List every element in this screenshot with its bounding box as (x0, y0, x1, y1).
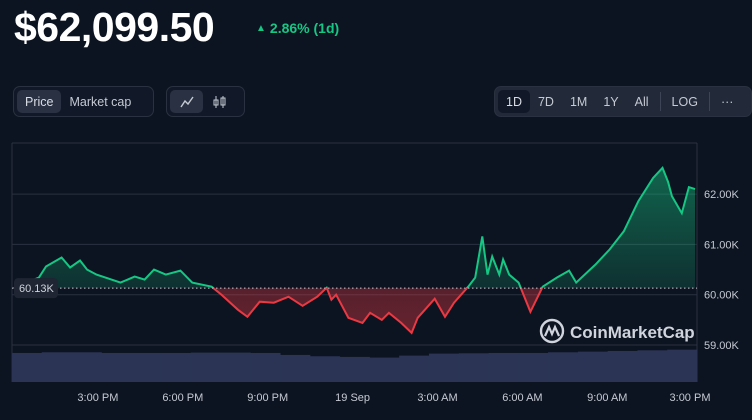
volume-bar (637, 350, 668, 382)
volume-bar (458, 353, 490, 382)
area-below-baseline (13, 288, 542, 333)
x-tick-label: 6:00 AM (502, 392, 542, 404)
volume-bar (220, 352, 251, 382)
volume-bar (548, 352, 579, 382)
current-price: $62,099.50 (14, 4, 215, 50)
chart-type-toggle (166, 86, 245, 117)
volume-bar (667, 349, 698, 382)
volume-bar (369, 357, 400, 382)
x-tick-label: 9:00 AM (587, 392, 627, 404)
volume-bar (428, 353, 460, 382)
tab-price[interactable]: Price (17, 90, 62, 113)
x-tick-label: 6:00 PM (162, 392, 203, 404)
x-tick-label: 9:00 PM (247, 392, 288, 404)
volume-bar (399, 355, 430, 382)
area-above-baseline (13, 167, 696, 289)
candlestick-icon (213, 95, 225, 108)
price-change-value: 2.86% (1d) (269, 20, 340, 36)
volume-bar (250, 352, 281, 382)
coinmarketcap-watermark: CoinMarketCap (539, 318, 695, 344)
candlestick-button[interactable] (203, 90, 236, 113)
x-tick-label: 3:00 PM (670, 392, 711, 404)
volume-bar (12, 352, 43, 382)
x-tick-label: 3:00 AM (417, 392, 457, 404)
more-options-button[interactable]: ··· (713, 90, 742, 113)
timeframe-1d[interactable]: 1D (498, 90, 530, 113)
metric-toggle: Price Market cap (13, 86, 154, 117)
divider (708, 92, 710, 111)
tab-market-cap[interactable]: Market cap (61, 90, 139, 113)
x-tick-label: 19 Sep (335, 392, 370, 404)
volume-bar (339, 356, 370, 382)
watermark-text: CoinMarketCap (570, 323, 695, 342)
volume-bar (607, 350, 638, 382)
volume-bar (518, 352, 549, 382)
log-scale-button[interactable]: LOG (664, 90, 706, 113)
volume-bar (280, 354, 311, 382)
y-tick-label: 60.00K (704, 290, 740, 302)
x-tick-label: 3:00 PM (77, 392, 118, 404)
timeframe-all[interactable]: All (627, 90, 657, 113)
line-chart-icon (179, 96, 194, 107)
volume-bar (488, 352, 519, 382)
timeframe-1m[interactable]: 1M (562, 90, 595, 113)
volume-bar (41, 352, 73, 382)
volume-bar (160, 352, 192, 382)
price-line-up (13, 166, 696, 289)
volume-bar (577, 351, 609, 382)
triangle-up-icon: ▲ (256, 23, 266, 34)
y-tick-label: 61.00K (704, 239, 740, 251)
volume-bar (101, 352, 132, 382)
baseline-label: 60.13K (19, 283, 55, 295)
volume-bar (71, 352, 102, 382)
y-tick-label: 59.00K (704, 340, 740, 352)
price-chart[interactable]: 62.00K 61.00K 60.00K 59.00K 3:00 PM 6:00 PM 9:… (0, 0, 752, 420)
timeframe-toggle: 1D 7D 1M 1Y All LOG ··· (494, 86, 752, 117)
baseline-badge (14, 278, 58, 299)
price-change: ▲ 2.86% (1d) (256, 20, 339, 36)
y-tick-label: 62.00K (704, 189, 740, 201)
divider (659, 92, 661, 111)
timeframe-7d[interactable]: 7D (530, 90, 562, 113)
volume-bar (131, 352, 162, 382)
volume-bar (309, 356, 341, 382)
volume-bar (190, 352, 221, 382)
line-chart-button[interactable] (170, 90, 203, 113)
price-line-down (13, 288, 544, 335)
timeframe-1y[interactable]: 1Y (595, 90, 626, 113)
